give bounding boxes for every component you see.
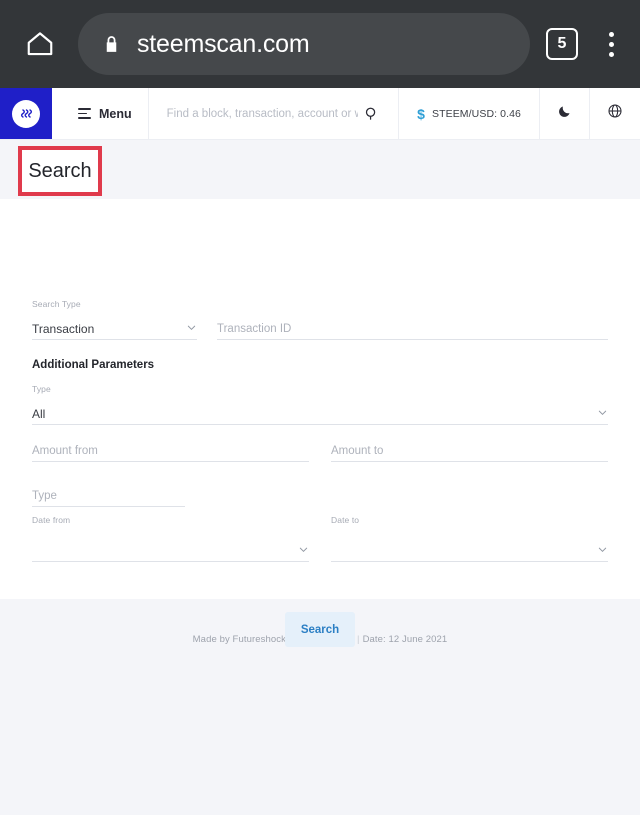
submit-row: Search — [0, 612, 640, 647]
transaction-id-placeholder: Transaction ID — [217, 323, 292, 335]
amount-to-control[interactable]: Amount to — [331, 441, 608, 462]
dark-mode-toggle[interactable] — [540, 88, 590, 139]
chevron-down-icon — [597, 405, 608, 423]
url-text: steemscan.com — [137, 29, 310, 58]
type-input-field[interactable]: Type — [32, 486, 185, 507]
page-title-strip: Search Height: 59,792,465 Network: Main … — [0, 140, 640, 330]
site-header: Menu $ STEEM/USD: 0.46 — [0, 88, 640, 140]
global-search[interactable] — [149, 88, 400, 139]
menu-button[interactable]: Menu — [52, 88, 149, 139]
type-input-control[interactable]: Type — [32, 486, 185, 507]
type-select-control[interactable]: All — [32, 404, 608, 425]
amount-row: Amount from Amount to — [32, 441, 608, 462]
amount-from-control[interactable]: Amount from — [32, 441, 309, 462]
type-select-label: Type — [32, 384, 51, 394]
logo-circle — [12, 99, 40, 128]
date-to-field[interactable]: Date to — [331, 515, 608, 562]
dollar-icon: $ — [417, 105, 425, 122]
amount-to-placeholder: Amount to — [331, 445, 384, 457]
date-from-label: Date from — [32, 515, 71, 525]
menu-label: Menu — [99, 106, 132, 121]
transaction-id-field[interactable]: Transaction ID — [217, 299, 608, 340]
date-from-control[interactable] — [32, 541, 309, 562]
search-submit-button[interactable]: Search — [285, 612, 355, 647]
type-select-row: Type All — [32, 384, 608, 425]
chevron-down-icon — [298, 542, 309, 560]
address-bar[interactable]: steemscan.com — [78, 13, 530, 75]
browser-toolbar: steemscan.com 5 — [0, 0, 640, 88]
moon-icon — [557, 104, 572, 124]
search-form-card: Search Type Transaction Transaction ID A… — [0, 199, 640, 647]
search-type-row: Search Type Transaction Transaction ID — [32, 299, 608, 340]
additional-parameters-heading: Additional Parameters — [32, 359, 155, 371]
page-title-highlight: Search — [18, 146, 102, 196]
globe-icon — [607, 103, 623, 124]
type-select[interactable]: Type All — [32, 384, 608, 425]
type-input-row: Type — [32, 486, 185, 507]
transaction-id-control[interactable]: Transaction ID — [217, 319, 608, 340]
steem-logo-icon[interactable] — [0, 88, 52, 139]
amount-from-placeholder: Amount from — [32, 445, 98, 457]
type-input-placeholder: Type — [32, 490, 57, 502]
browser-menu-icon[interactable] — [600, 31, 622, 57]
date-to-control[interactable] — [331, 541, 608, 562]
date-to-label: Date to — [331, 515, 360, 525]
footer-text: Made by Futureshock|Version: 0.0.4|Date:… — [193, 634, 448, 794]
date-from-field[interactable]: Date from — [32, 515, 309, 562]
page-title: Search — [28, 159, 92, 182]
date-row: Date from Date to — [32, 515, 608, 562]
home-icon[interactable] — [18, 29, 62, 59]
tab-counter-button[interactable]: 5 — [546, 28, 578, 60]
search-type-value: Transaction — [32, 322, 95, 336]
price-text: STEEM/USD: 0.46 — [431, 107, 521, 120]
amount-to-field[interactable]: Amount to — [331, 441, 608, 462]
search-type-label: Search Type — [32, 299, 81, 309]
search-icon[interactable] — [358, 106, 384, 121]
lock-icon — [102, 33, 121, 55]
language-selector[interactable] — [590, 88, 640, 139]
search-type-control[interactable]: Transaction — [32, 319, 197, 340]
hamburger-icon — [78, 108, 91, 119]
type-select-value: All — [32, 407, 46, 421]
chevron-down-icon — [186, 320, 197, 338]
amount-from-field[interactable]: Amount from — [32, 441, 309, 462]
search-input[interactable] — [166, 107, 359, 120]
search-type-select[interactable]: Search Type Transaction — [32, 299, 197, 340]
chevron-down-icon — [597, 542, 608, 560]
steem-price-indicator: $ STEEM/USD: 0.46 — [399, 88, 540, 139]
